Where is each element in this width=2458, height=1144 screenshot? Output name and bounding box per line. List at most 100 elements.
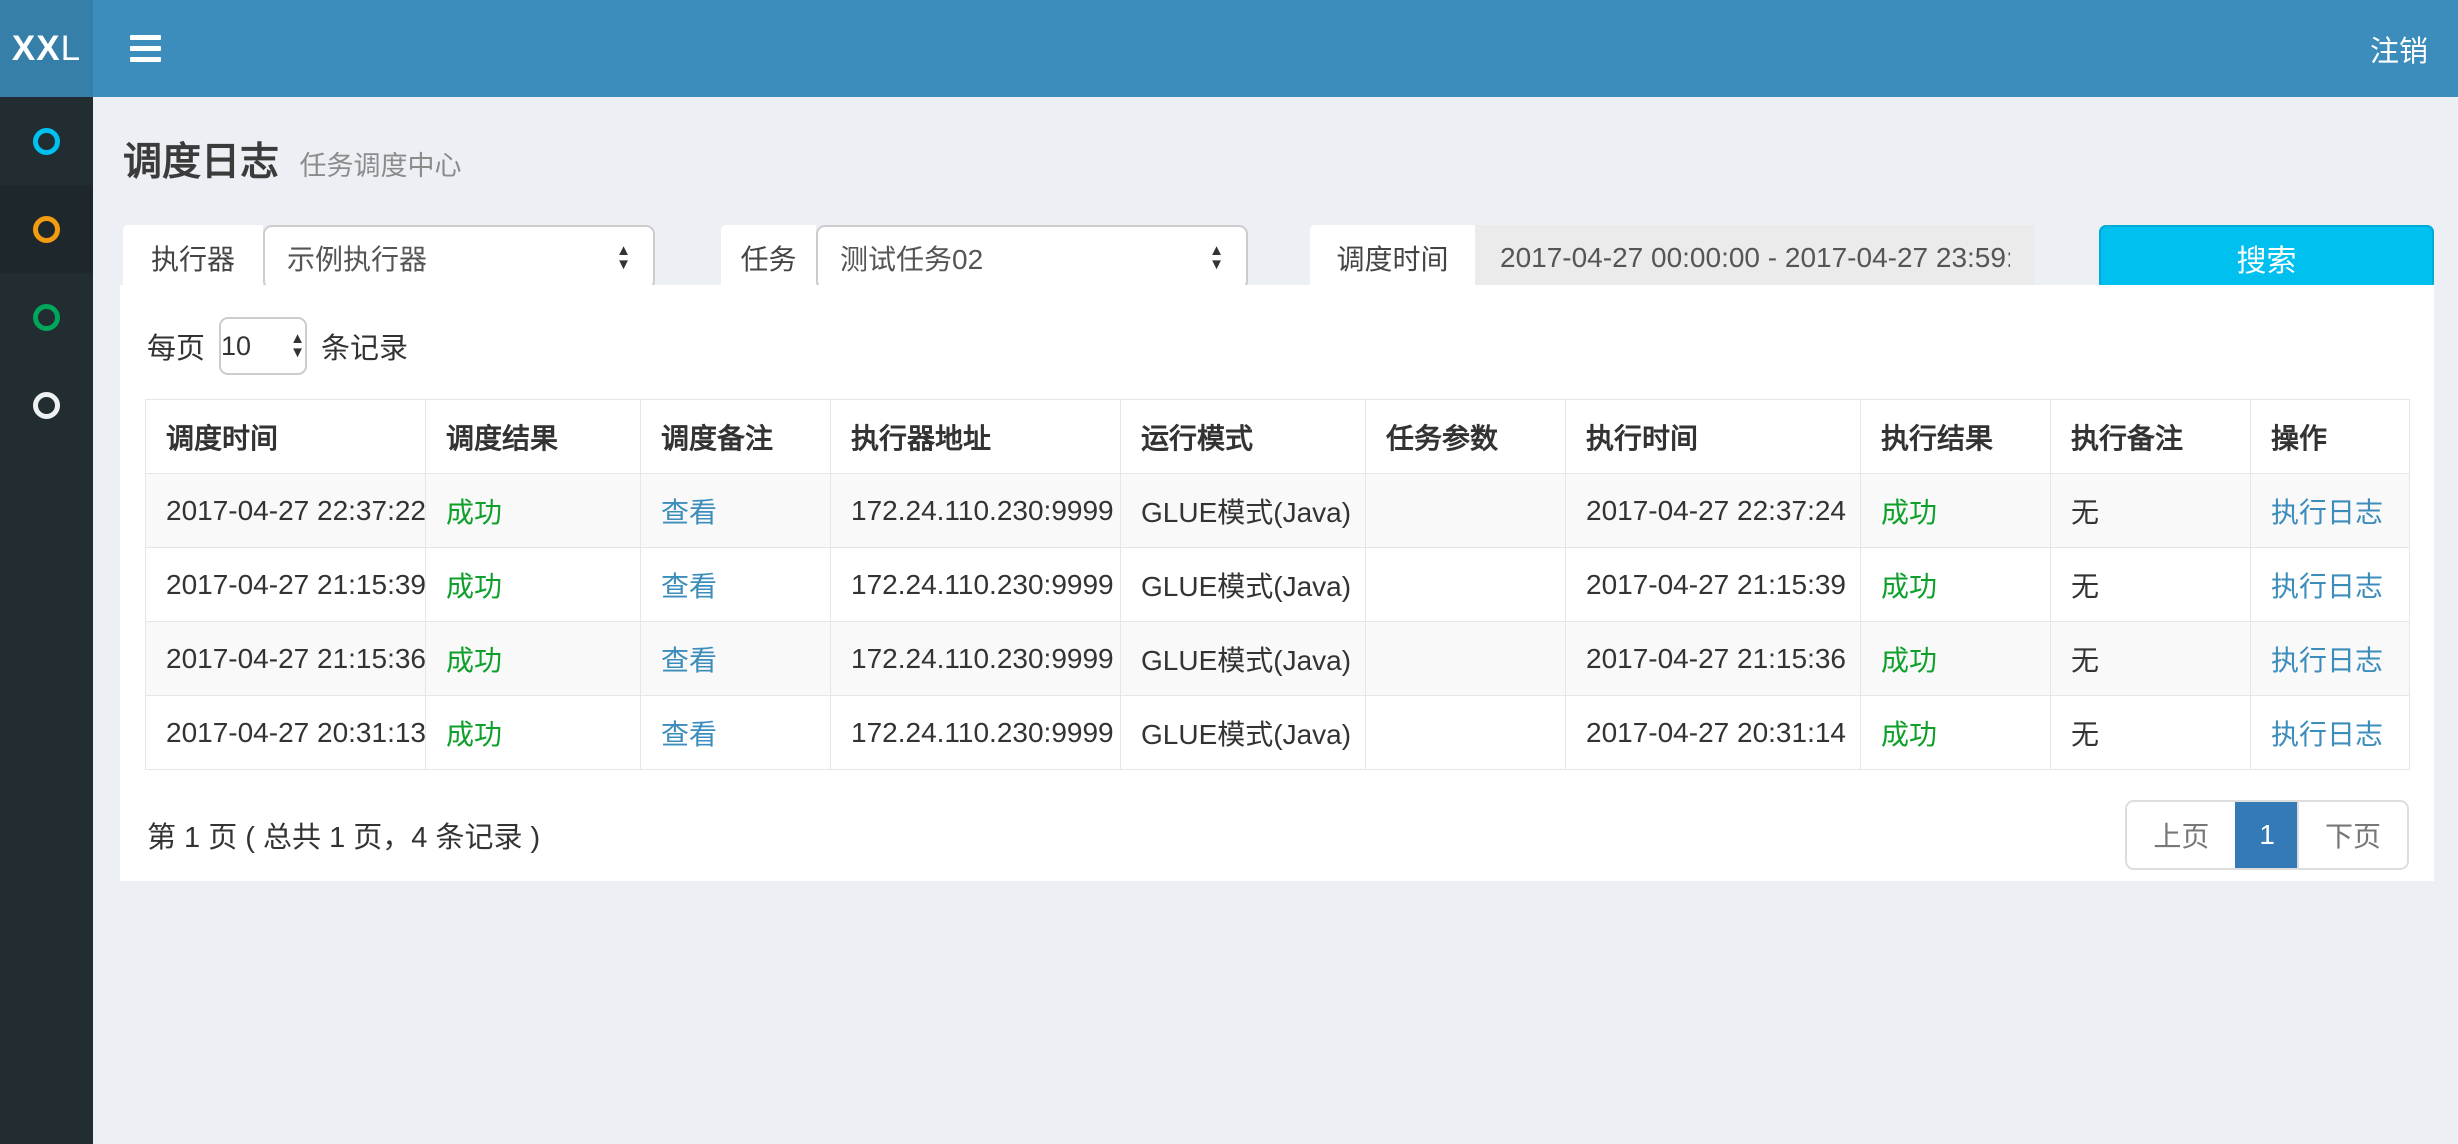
- cell-dispatch_result: 成功: [426, 548, 641, 622]
- select-arrows-icon: ▲▼: [1209, 244, 1224, 272]
- col-dispatch_result: 调度结果: [426, 400, 641, 474]
- cell-exec_result: 成功: [1861, 622, 2051, 696]
- current-page-button[interactable]: 1: [2235, 802, 2297, 868]
- time-filter-label: 调度时间: [1310, 225, 1475, 290]
- log-list-panel: 每页 10 ▲▼ 条记录 调度时间调度结果调度备注执行器地址运行模式任务参数执行…: [120, 285, 2434, 881]
- cell-dispatch_result: 成功: [426, 696, 641, 770]
- pager: 上页 1 下页: [2125, 800, 2409, 870]
- cell-dispatch_remark: 查看: [641, 474, 831, 548]
- col-exec_result: 执行结果: [1861, 400, 2051, 474]
- cell-exec_time: 2017-04-27 21:15:36: [1566, 622, 1861, 696]
- logo-text-light: L: [61, 29, 81, 69]
- logo-text-bold: XX: [12, 29, 61, 69]
- cell-job_param: [1366, 548, 1566, 622]
- status-success: 成功: [446, 645, 502, 676]
- prev-page-button[interactable]: 上页: [2127, 802, 2235, 868]
- col-dispatch_remark: 调度备注: [641, 400, 831, 474]
- per-page-prefix: 每页: [147, 325, 205, 367]
- cell-exec_remark: 无: [2051, 548, 2251, 622]
- page-title: 调度日志: [123, 141, 279, 184]
- cell-exec_remark: 无: [2051, 696, 2251, 770]
- status-success: 成功: [1881, 497, 1937, 528]
- status-success: 成功: [1881, 645, 1937, 676]
- view-link[interactable]: 查看: [661, 497, 717, 528]
- exec-log-link[interactable]: 执行日志: [2271, 645, 2383, 676]
- cell-run_mode: GLUE模式(Java): [1121, 548, 1366, 622]
- col-job_param: 任务参数: [1366, 400, 1566, 474]
- status-success: 成功: [446, 497, 502, 528]
- sidebar-item-help[interactable]: [0, 361, 93, 449]
- time-range-input[interactable]: [1475, 225, 2035, 290]
- per-page-control: 每页 10 ▲▼ 条记录: [147, 317, 2409, 375]
- top-navbar: XXL 注销: [0, 0, 2458, 97]
- main-content: 调度日志 任务调度中心 执行器 示例执行器 ▲▼ 任务 测试任务02 ▲▼ 调度…: [93, 97, 2458, 1144]
- cell-exec_result: 成功: [1861, 548, 2051, 622]
- cell-exec_time: 2017-04-27 22:37:24: [1566, 474, 1861, 548]
- view-link[interactable]: 查看: [661, 571, 717, 602]
- table-row: 2017-04-27 21:15:36成功查看172.24.110.230:99…: [146, 622, 2410, 696]
- cell-dispatch_result: 成功: [426, 474, 641, 548]
- status-success: 成功: [1881, 719, 1937, 750]
- cell-run_mode: GLUE模式(Java): [1121, 474, 1366, 548]
- exec-log-link[interactable]: 执行日志: [2271, 497, 2383, 528]
- view-link[interactable]: 查看: [661, 719, 717, 750]
- cell-dispatch_result: 成功: [426, 622, 641, 696]
- help-circle-icon: [33, 392, 60, 419]
- cell-dispatch_time: 2017-04-27 20:31:13: [146, 696, 426, 770]
- table-row: 2017-04-27 20:31:13成功查看172.24.110.230:99…: [146, 696, 2410, 770]
- job-select-value: 测试任务02: [840, 238, 983, 278]
- table-row: 2017-04-27 21:15:39 成功 查看 172.24.110.230:99…: [146, 548, 2410, 622]
- sidebar: [0, 97, 93, 1144]
- cell-exec_remark: 无: [2051, 474, 2251, 548]
- dashboard-circle-icon: [33, 128, 60, 155]
- col-exec_time: 执行时间: [1566, 400, 1861, 474]
- col-operation: 操作: [2251, 400, 2410, 474]
- executor-select[interactable]: 示例执行器 ▲▼: [263, 225, 655, 290]
- cell-dispatch_time: 2017-04-27 21:15:36: [146, 622, 426, 696]
- select-arrows-icon: ▲▼: [616, 244, 631, 272]
- view-link[interactable]: 查看: [661, 645, 717, 676]
- page-subtitle: 任务调度中心: [299, 151, 461, 181]
- cell-executor_address: 172.24.110.230:9999: [831, 548, 1121, 622]
- pagination-info: 第 1 页 ( 总共 1 页，4 条记录 ): [147, 814, 540, 856]
- app-logo[interactable]: XXL: [0, 0, 93, 97]
- cell-dispatch_time: 2017-04-27 22:37:22: [146, 474, 426, 548]
- cell-job_param: [1366, 474, 1566, 548]
- executor-filter-label: 执行器: [123, 225, 263, 290]
- next-page-button[interactable]: 下页: [2297, 802, 2407, 868]
- job-log-circle-icon: [33, 216, 60, 243]
- job-filter-label: 任务: [721, 225, 816, 290]
- cell-dispatch_remark: 查看: [641, 622, 831, 696]
- sidebar-item-dashboard[interactable]: [0, 97, 93, 185]
- exec-log-link[interactable]: 执行日志: [2271, 719, 2383, 750]
- cell-exec_time: 2017-04-27 20:31:14: [1566, 696, 1861, 770]
- pagination-bar: 第 1 页 ( 总共 1 页，4 条记录 ) 上页 1 下页: [145, 800, 2409, 870]
- cell-operation: 执行日志: [2251, 696, 2410, 770]
- col-executor_address: 执行器地址: [831, 400, 1121, 474]
- exec-log-link[interactable]: 执行日志: [2271, 571, 2383, 602]
- cell-run_mode: GLUE模式(Java): [1121, 622, 1366, 696]
- cell-executor_address: 172.24.110.230:9999: [831, 696, 1121, 770]
- filter-bar: 执行器 示例执行器 ▲▼ 任务 测试任务02 ▲▼ 调度时间 搜索: [123, 225, 2434, 290]
- cell-job_param: [1366, 622, 1566, 696]
- sidebar-item-job-log[interactable]: [0, 185, 93, 273]
- search-button[interactable]: 搜索: [2099, 225, 2434, 290]
- status-success: 成功: [446, 571, 502, 602]
- sidebar-item-job-manage[interactable]: [0, 273, 93, 361]
- cell-dispatch_time: 2017-04-27 21:15:39: [146, 548, 426, 622]
- cell-exec_time: 2017-04-27 21:15:39: [1566, 548, 1861, 622]
- col-dispatch_time: 调度时间: [146, 400, 426, 474]
- log-table: 调度时间调度结果调度备注执行器地址运行模式任务参数执行时间执行结果执行备注操作 …: [145, 399, 2410, 770]
- logout-button[interactable]: 注销: [2340, 0, 2458, 97]
- col-exec_remark: 执行备注: [2051, 400, 2251, 474]
- per-page-select[interactable]: 10 ▲▼: [219, 317, 307, 375]
- job-select[interactable]: 测试任务02 ▲▼: [816, 225, 1248, 290]
- table-row: 2017-04-27 22:37:22成功查看172.24.110.230:99…: [146, 474, 2410, 548]
- cell-exec_remark: 无: [2051, 622, 2251, 696]
- status-success: 成功: [1881, 571, 1937, 602]
- cell-operation: 执行日志: [2251, 548, 2410, 622]
- table-header-row: 调度时间调度结果调度备注执行器地址运行模式任务参数执行时间执行结果执行备注操作: [146, 400, 2410, 474]
- sidebar-toggle-icon[interactable]: [120, 25, 171, 72]
- cell-dispatch_remark: 查看: [641, 696, 831, 770]
- cell-exec_result: 成功: [1861, 474, 2051, 548]
